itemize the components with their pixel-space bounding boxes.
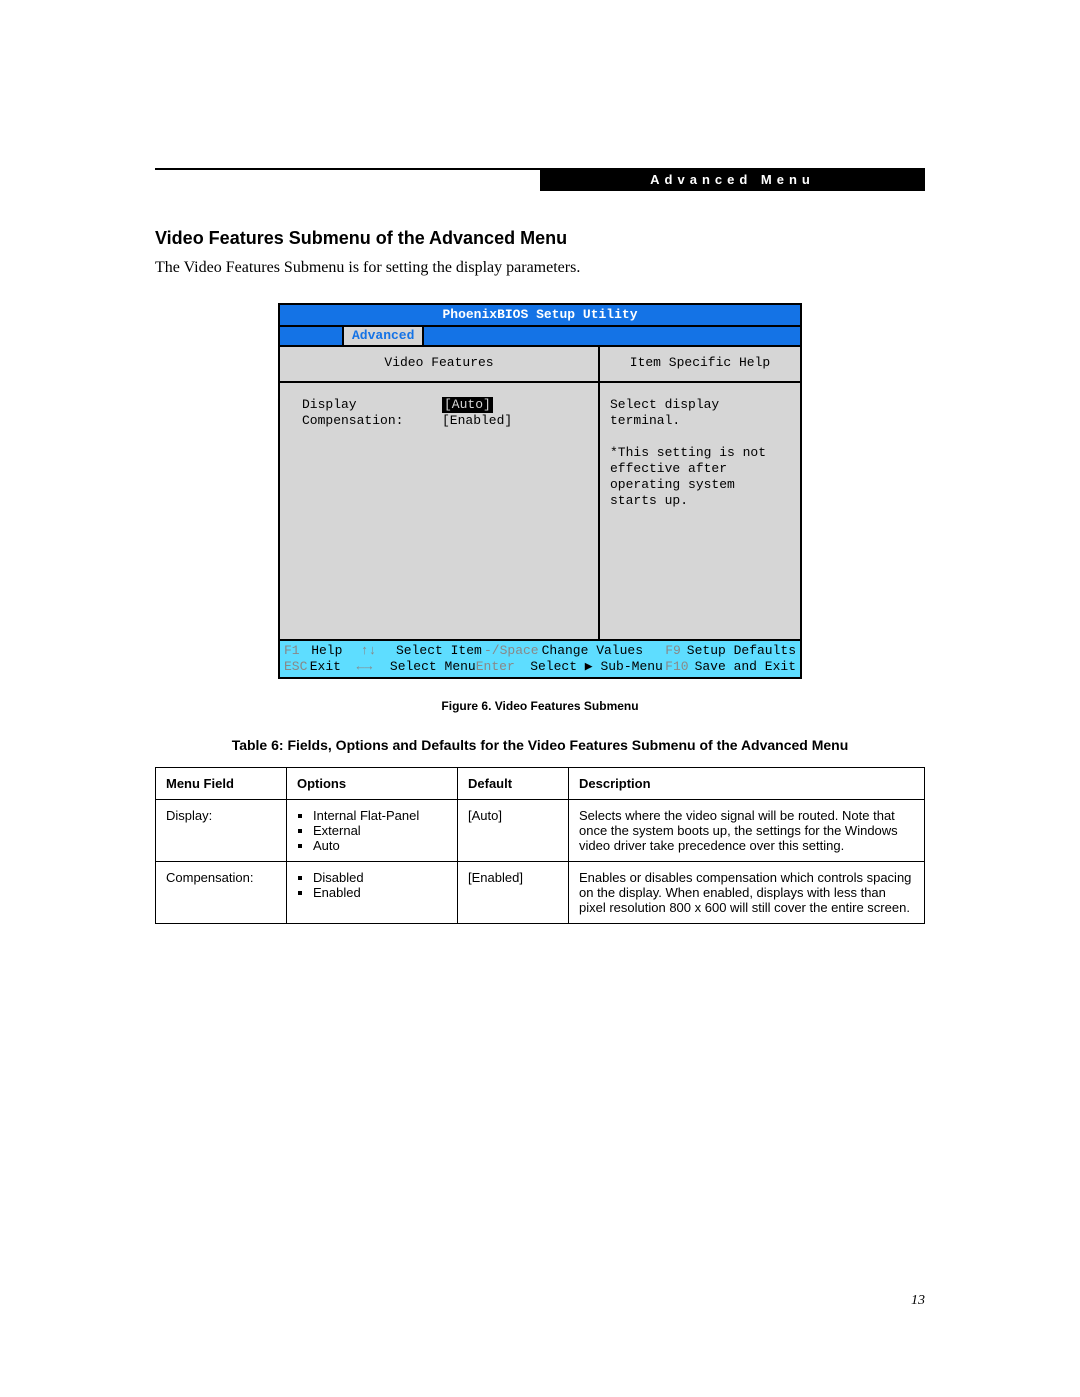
key-f9: F9 [654, 643, 687, 659]
action-change-values: Change Values [542, 643, 654, 659]
key-space: -/Space [484, 643, 542, 659]
bios-field-display[interactable]: Display [Auto] [302, 397, 598, 413]
cell-field: Display: [156, 800, 287, 862]
action-save-exit: Save and Exit [695, 659, 796, 675]
bios-screenshot: PhoenixBIOS Setup Utility Advanced Video… [278, 303, 802, 679]
key-f10: F10 [663, 659, 695, 675]
bios-display-value[interactable]: [Auto] [442, 397, 493, 413]
bios-footer: F1 Help ↑↓ Select Item -/Space Change Va… [280, 639, 800, 677]
bios-comp-value[interactable]: [Enabled] [442, 413, 512, 429]
key-esc: ESC [284, 659, 310, 675]
list-item: Auto [313, 838, 447, 853]
bios-title: PhoenixBIOS Setup Utility [280, 305, 800, 327]
help-line: *This setting is not [610, 445, 790, 461]
key-enter: Enter [476, 659, 530, 675]
help-line: starts up. [610, 493, 790, 509]
list-item: Internal Flat-Panel [313, 808, 447, 823]
cell-options: Internal Flat-Panel External Auto [287, 800, 458, 862]
cell-options: Disabled Enabled [287, 862, 458, 924]
cell-desc: Selects where the video signal will be r… [569, 800, 925, 862]
list-item: Disabled [313, 870, 447, 885]
spec-table: Menu Field Options Default Description D… [155, 767, 925, 924]
th-field: Menu Field [156, 768, 287, 800]
cell-desc: Enables or disables compensation which c… [569, 862, 925, 924]
bios-comp-label: Compensation: [302, 413, 442, 429]
key-f1: F1 [284, 643, 311, 659]
section-heading: Video Features Submenu of the Advanced M… [155, 228, 925, 249]
bios-tab-advanced[interactable]: Advanced [342, 327, 424, 345]
action-setup-defaults: Setup Defaults [687, 643, 796, 659]
action-help: Help [311, 643, 361, 659]
list-item: Enabled [313, 885, 447, 900]
table-title: Table 6: Fields, Options and Defaults fo… [155, 737, 925, 753]
key-arrows-v: ↑↓ [361, 643, 396, 659]
help-line: Select display terminal. [610, 397, 790, 429]
action-select-item: Select Item [396, 643, 484, 659]
help-line: effective after [610, 461, 790, 477]
figure-caption: Figure 6. Video Features Submenu [155, 699, 925, 713]
table-row: Display: Internal Flat-Panel External Au… [156, 800, 925, 862]
document-page: Advanced Menu Video Features Submenu of … [0, 0, 1080, 1397]
th-desc: Description [569, 768, 925, 800]
th-options: Options [287, 768, 458, 800]
bios-left-content: Display [Auto] Compensation: [Enabled] [280, 383, 598, 639]
intro-paragraph: The Video Features Submenu is for settin… [155, 259, 925, 277]
spacer [610, 429, 790, 445]
list-item: External [313, 823, 447, 838]
action-exit: Exit [310, 659, 357, 675]
bios-right-header: Item Specific Help [600, 347, 800, 383]
table-row: Compensation: Disabled Enabled [Enabled]… [156, 862, 925, 924]
bios-body: Video Features Display [Auto] Compensati… [280, 347, 800, 639]
help-line: operating system [610, 477, 790, 493]
bios-field-compensation[interactable]: Compensation: [Enabled] [302, 413, 598, 429]
page-number: 13 [911, 1293, 925, 1309]
cell-default: [Enabled] [458, 862, 569, 924]
page-header-bar: Advanced Menu [540, 169, 925, 191]
key-arrows-h: ←→ [357, 659, 390, 675]
cell-default: [Auto] [458, 800, 569, 862]
th-default: Default [458, 768, 569, 800]
bios-right-panel: Item Specific Help Select display termin… [600, 347, 800, 639]
table-header-row: Menu Field Options Default Description [156, 768, 925, 800]
action-submenu: Select ▶ Sub-Menu [530, 659, 663, 675]
bios-menubar: Advanced [280, 327, 800, 347]
bios-footer-row-1: F1 Help ↑↓ Select Item -/Space Change Va… [284, 643, 796, 659]
cell-field: Compensation: [156, 862, 287, 924]
bios-display-label: Display [302, 397, 442, 413]
bios-left-panel: Video Features Display [Auto] Compensati… [280, 347, 600, 639]
bios-help-text: Select display terminal. *This setting i… [600, 383, 800, 639]
bios-left-header: Video Features [280, 347, 598, 383]
bios-footer-row-2: ESC Exit ←→ Select Menu Enter Select ▶ S… [284, 659, 796, 675]
action-select-menu: Select Menu [390, 659, 476, 675]
